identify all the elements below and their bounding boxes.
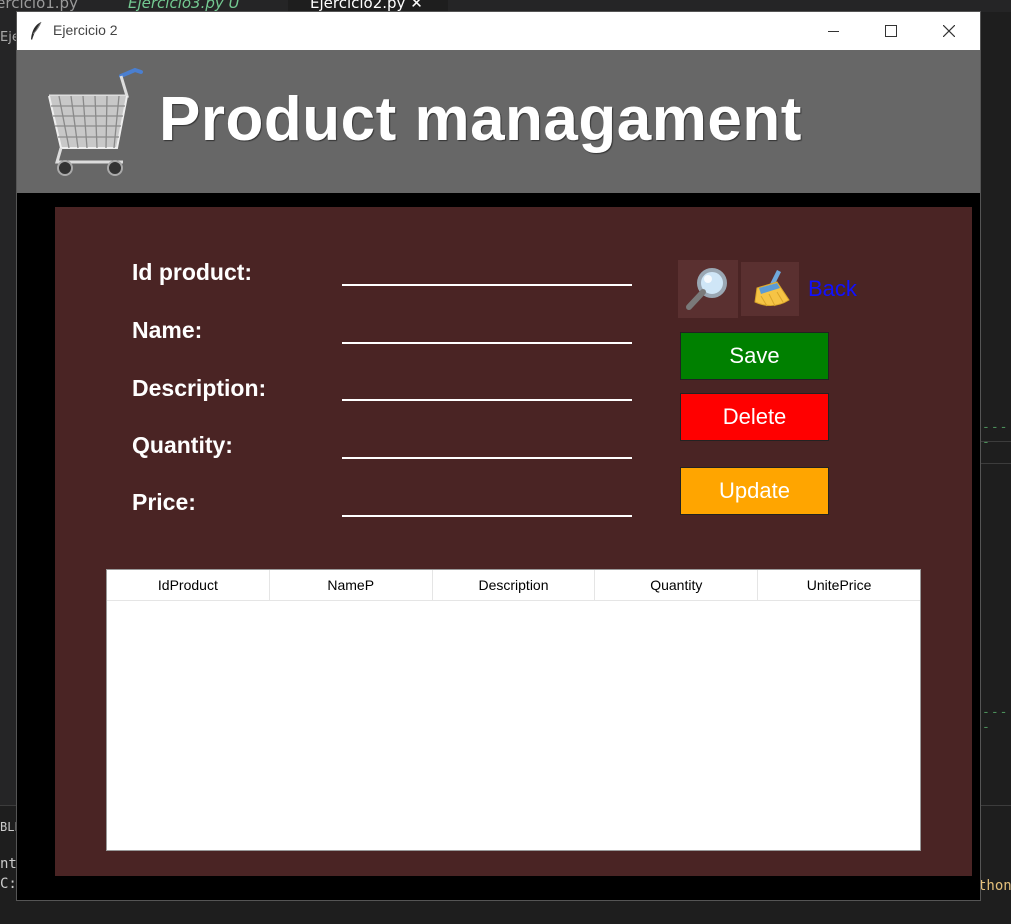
broom-icon xyxy=(754,270,790,307)
editor-divider xyxy=(980,463,1011,464)
editor-tab[interactable]: jercicio1.py xyxy=(0,0,78,12)
app-window: Ejercicio 2 Product managament Id produc… xyxy=(17,12,980,900)
app-header: Product managament xyxy=(17,50,980,193)
editor-tab-active[interactable]: Ejercicio2.py ✕ xyxy=(288,0,448,12)
maximize-icon xyxy=(885,25,897,37)
delete-button[interactable]: Delete xyxy=(680,393,829,441)
table-header: IdProduct NameP Description Quantity Uni… xyxy=(107,570,920,601)
price-label: Price: xyxy=(132,489,196,515)
search-button[interactable] xyxy=(678,260,738,318)
products-table[interactable]: IdProduct NameP Description Quantity Uni… xyxy=(106,569,921,851)
column-header-quantity[interactable]: Quantity xyxy=(595,570,759,600)
window-title: Ejercicio 2 xyxy=(53,22,118,38)
close-button[interactable] xyxy=(920,12,978,50)
close-icon xyxy=(943,25,955,37)
clear-button[interactable] xyxy=(741,262,799,316)
name-label: Name: xyxy=(132,317,203,343)
minimize-icon xyxy=(827,30,839,32)
page-title: Product managament xyxy=(159,85,802,154)
form-panel: Id product: Name: Description: Quantity:… xyxy=(55,207,972,876)
column-header-idproduct[interactable]: IdProduct xyxy=(107,570,270,600)
id-product-label: Id product: xyxy=(132,259,253,285)
editor-dash-line: ---- xyxy=(982,420,1009,450)
editor-tab[interactable]: Ejercicio3.py U xyxy=(128,0,240,12)
magnifier-icon xyxy=(686,268,727,310)
id-product-field[interactable] xyxy=(342,262,632,286)
column-header-description[interactable]: Description xyxy=(433,570,596,600)
shopping-cart-icon xyxy=(48,67,143,176)
terminal-text: thon xyxy=(978,878,1011,894)
editor-left-gutter: Eje xyxy=(0,12,20,912)
maximize-button[interactable] xyxy=(862,12,920,50)
title-bar[interactable]: Ejercicio 2 xyxy=(17,12,980,50)
column-header-namep[interactable]: NameP xyxy=(270,570,433,600)
back-link[interactable]: Back xyxy=(808,276,857,302)
column-header-uniteprice[interactable]: UnitePrice xyxy=(758,570,920,600)
quantity-label: Quantity: xyxy=(132,432,233,458)
terminal-text: C: xyxy=(0,876,17,892)
price-field[interactable] xyxy=(342,493,632,517)
save-button[interactable]: Save xyxy=(680,332,829,380)
editor-dash-line: ---- xyxy=(982,705,1009,735)
name-field[interactable] xyxy=(342,320,632,344)
description-field[interactable] xyxy=(342,377,632,401)
update-button[interactable]: Update xyxy=(680,467,829,515)
quantity-field[interactable] xyxy=(342,435,632,459)
feather-icon xyxy=(31,21,42,40)
description-label: Description: xyxy=(132,375,267,401)
minimize-button[interactable] xyxy=(804,12,862,50)
editor-tab-bar: jercicio1.py Ejercicio3.py U Ejercicio2.… xyxy=(0,0,1011,12)
